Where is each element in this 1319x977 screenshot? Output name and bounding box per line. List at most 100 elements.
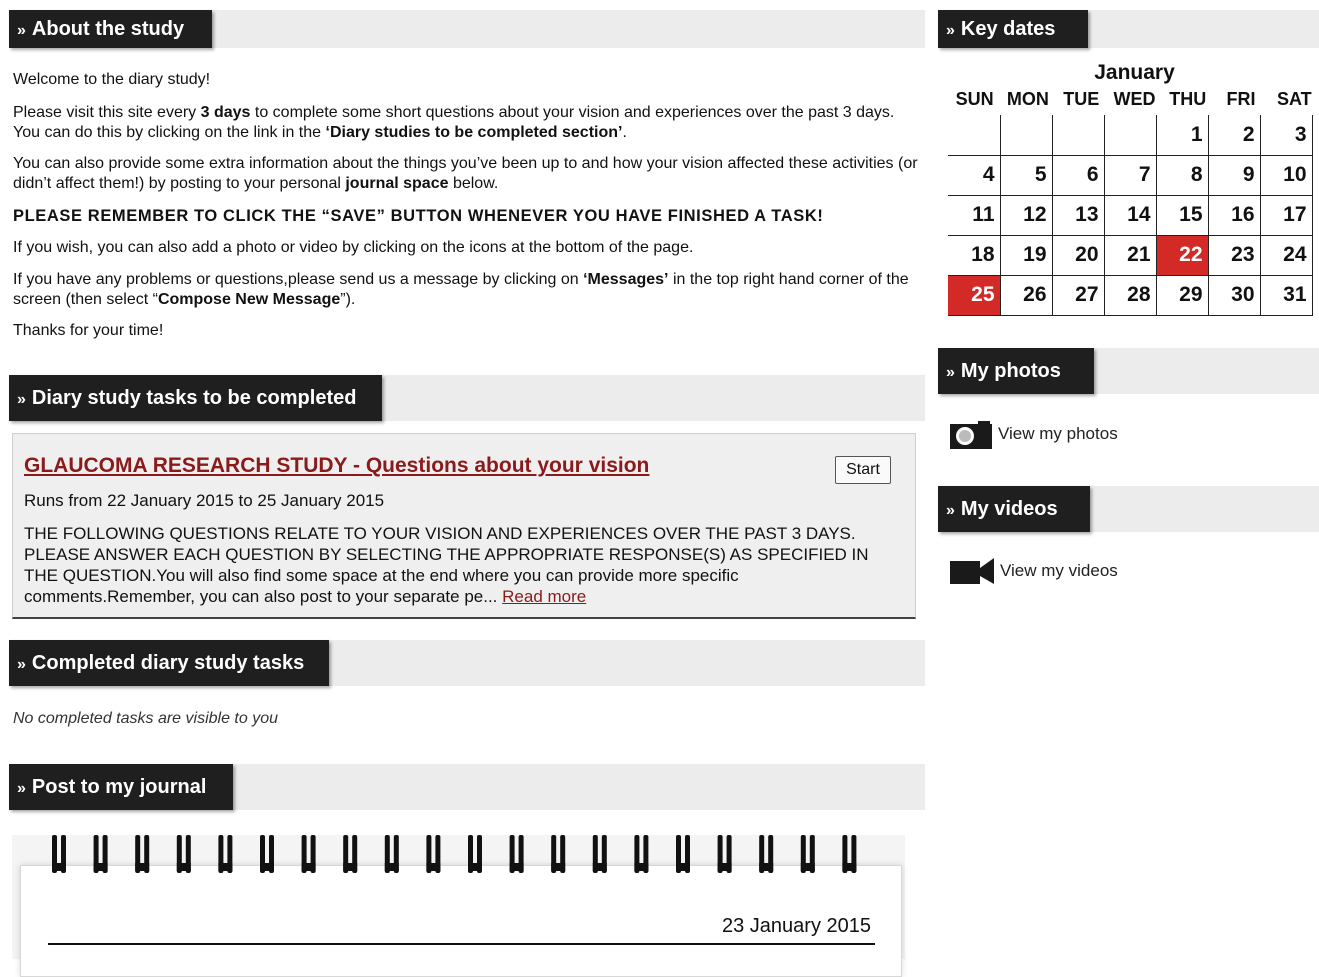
messages-text-3: ”). — [340, 291, 356, 308]
spiral-binding-icon — [52, 835, 857, 873]
spiral-ring — [800, 835, 815, 873]
raquo-icon: » — [17, 780, 26, 797]
journal-section-header: » Post to my journal — [9, 764, 925, 810]
messages-text-1: If you have any problems or questions,pl… — [13, 271, 584, 288]
calendar-day[interactable]: 24 — [1259, 234, 1313, 276]
journal-date-underline — [48, 943, 875, 945]
weekday-sun: SUN — [955, 89, 994, 109]
journal-notepad[interactable]: 23 January 2015 — [12, 835, 905, 977]
key-dates-section-header: » Key dates — [938, 10, 1319, 48]
spiral-ring — [759, 835, 774, 873]
calendar-key-date[interactable]: 25 — [948, 274, 1001, 316]
journal-header-label: Post to my journal — [31, 776, 207, 798]
calendar-day[interactable]: 27 — [1051, 274, 1105, 316]
spiral-ring — [842, 835, 857, 873]
journal-text-2: below. — [448, 175, 499, 192]
completed-section-header: » Completed diary study tasks — [9, 640, 925, 686]
tasks-header-label: Diary study tasks to be completed — [31, 387, 357, 409]
calendar-day[interactable]: 5 — [999, 154, 1053, 196]
raquo-icon: » — [17, 656, 26, 673]
calendar-grid: 1 2 3 4 5 6 7 8 9 10 11 12 13 14 15 16 17 18 19 20 21 22 23 24 2… — [948, 115, 1313, 316]
weekday-mon: MON — [1006, 89, 1049, 109]
calendar-empty-cell — [1103, 115, 1157, 156]
calendar-key-date[interactable]: 22 — [1155, 234, 1209, 276]
calendar-week: 18 19 20 21 22 23 24 — [948, 234, 1313, 276]
calendar-day[interactable]: 13 — [1051, 194, 1105, 236]
camera-icon[interactable] — [950, 421, 992, 449]
raquo-icon: » — [946, 22, 955, 39]
calendar-day[interactable]: 9 — [1207, 154, 1261, 196]
photos-section-header: » My photos — [938, 348, 1319, 394]
calendar-day[interactable]: 7 — [1103, 154, 1157, 196]
calendar-day[interactable]: 2 — [1207, 115, 1261, 156]
calendar-day[interactable]: 4 — [948, 154, 1001, 196]
spiral-ring — [468, 835, 482, 873]
calendar-day[interactable]: 18 — [948, 234, 1001, 276]
thanks-text: Thanks for your time! — [13, 322, 164, 339]
diary-section-reference: ‘Diary studies to be completed section’ — [325, 124, 623, 141]
about-section-header: » About the study — [9, 10, 925, 48]
welcome-text: Welcome to the diary study! — [13, 71, 211, 88]
start-task-button[interactable]: Start — [835, 456, 891, 484]
calendar-day[interactable]: 15 — [1155, 194, 1209, 236]
view-videos-link[interactable]: View my videos — [1000, 561, 1118, 581]
weekday-wed: WED — [1113, 89, 1156, 109]
spiral-ring — [260, 835, 274, 873]
raquo-icon: » — [946, 364, 955, 381]
journal-entry-date: 23 January 2015 — [721, 915, 871, 937]
tasks-section-tab: » Diary study tasks to be completed — [9, 375, 382, 421]
calendar-day[interactable]: 21 — [1103, 234, 1157, 276]
calendar-day[interactable]: 12 — [999, 194, 1053, 236]
calendar-day[interactable]: 28 — [1103, 274, 1157, 316]
view-photos-link[interactable]: View my photos — [998, 424, 1118, 444]
videos-header-label: My videos — [960, 498, 1058, 520]
spiral-ring — [176, 835, 191, 873]
completed-section-tab: » Completed diary study tasks — [9, 640, 329, 686]
task-card: GLAUCOMA RESEARCH STUDY - Questions abou… — [12, 433, 916, 619]
weekday-sat: SAT — [1276, 89, 1312, 109]
no-completed-tasks-message: No completed tasks are visible to you — [13, 710, 279, 727]
calendar-day[interactable]: 31 — [1259, 274, 1313, 316]
calendar-month: January — [1094, 61, 1175, 84]
video-camera-icon[interactable] — [950, 558, 994, 584]
calendar-empty-cell — [948, 115, 1001, 156]
visit-frequency: 3 days — [200, 104, 251, 121]
raquo-icon: » — [946, 502, 955, 519]
calendar-day[interactable]: 20 — [1051, 234, 1105, 276]
spiral-ring — [218, 835, 233, 873]
messages-reference: ‘Messages’ — [583, 271, 669, 288]
calendar-day[interactable]: 19 — [999, 234, 1053, 276]
calendar-day[interactable]: 16 — [1207, 194, 1261, 236]
calendar-day[interactable]: 23 — [1207, 234, 1261, 276]
weekday-tue: TUE — [1063, 89, 1100, 109]
calendar-day[interactable]: 30 — [1207, 274, 1261, 316]
key-dates-section-tab: » Key dates — [938, 10, 1088, 48]
read-more-link[interactable]: Read more — [502, 587, 586, 606]
spiral-ring — [135, 835, 150, 873]
calendar-day[interactable]: 14 — [1103, 194, 1157, 236]
journal-space-reference: journal space — [345, 175, 449, 192]
videos-section-header: » My videos — [938, 486, 1319, 532]
calendar-day[interactable]: 8 — [1155, 154, 1209, 196]
calendar-day[interactable]: 1 — [1155, 115, 1209, 156]
about-section-tab: » About the study — [9, 10, 212, 48]
calendar-day[interactable]: 6 — [1051, 154, 1105, 196]
save-reminder: PLEASE REMEMBER TO CLICK THE “SAVE” BUTT… — [13, 207, 824, 225]
spiral-ring — [52, 835, 66, 873]
calendar-day[interactable]: 3 — [1259, 115, 1313, 156]
raquo-icon: » — [17, 22, 26, 39]
spiral-ring — [93, 835, 108, 873]
calendar-day[interactable]: 10 — [1259, 154, 1313, 196]
spiral-ring — [426, 835, 441, 873]
task-title-link[interactable]: GLAUCOMA RESEARCH STUDY - Questions abou… — [24, 454, 649, 478]
spiral-ring — [634, 835, 649, 873]
calendar-day[interactable]: 11 — [948, 194, 1001, 236]
calendar-week: 123 — [948, 115, 1313, 156]
calendar-day[interactable]: 17 — [1259, 194, 1313, 236]
calendar-day[interactable]: 26 — [999, 274, 1053, 316]
calendar-day[interactable]: 29 — [1155, 274, 1209, 316]
task-description: THE FOLLOWING QUESTIONS RELATE TO YOUR V… — [24, 523, 894, 607]
about-header-label: About the study — [31, 18, 185, 40]
calendar-weekdays: SUN MON TUE WED THU FRI SAT — [948, 89, 1319, 110]
key-dates-header-label: Key dates — [960, 18, 1056, 40]
